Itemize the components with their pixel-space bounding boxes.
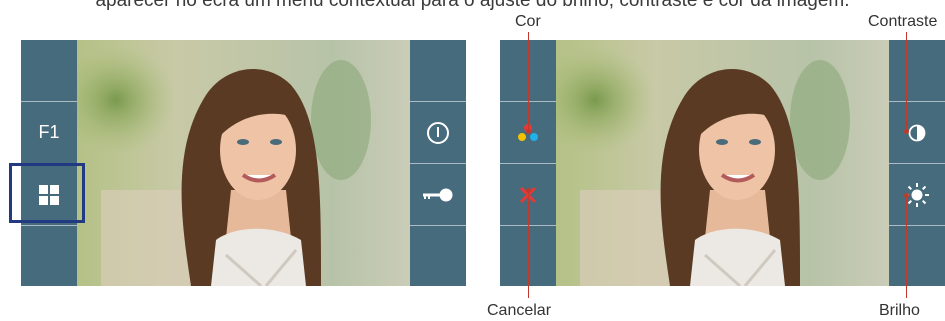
callout-cor: Cor xyxy=(515,13,541,30)
power-button[interactable] xyxy=(410,102,466,163)
callout-line-brilho xyxy=(906,195,907,298)
f1-label: F1 xyxy=(38,122,60,142)
camera-video-image xyxy=(500,40,945,286)
divider xyxy=(889,225,945,226)
menu-button-highlight xyxy=(9,163,85,223)
callout-dot-cor xyxy=(526,129,531,134)
callout-dot-cancelar xyxy=(526,188,531,193)
callout-brilho: Brilho xyxy=(879,302,920,319)
contrast-button[interactable] xyxy=(889,102,945,163)
callout-line-cor xyxy=(528,32,529,131)
instruction-caption: aparecer no ecrã um menu contextual para… xyxy=(95,0,850,11)
brightness-button[interactable] xyxy=(889,164,945,225)
key-icon xyxy=(423,188,453,201)
monitor-screen-image-settings xyxy=(500,40,945,286)
callout-line-cancelar xyxy=(528,190,529,298)
callout-dot-contraste xyxy=(904,129,909,134)
power-icon xyxy=(427,121,449,144)
divider xyxy=(21,225,77,226)
right-settings-bar xyxy=(889,40,945,286)
door-open-button[interactable] xyxy=(410,164,466,225)
callout-cancelar: Cancelar xyxy=(487,302,552,319)
monitor-screen-main: F1 xyxy=(21,40,466,286)
callout-dot-brilho xyxy=(904,193,909,198)
f1-button[interactable]: F1 xyxy=(21,102,77,163)
camera-video-image xyxy=(21,40,466,286)
contrast-icon xyxy=(908,124,926,141)
right-function-bar xyxy=(410,40,466,286)
divider xyxy=(410,225,466,226)
callout-contraste: Contraste xyxy=(868,13,938,30)
callout-line-contraste xyxy=(906,32,907,131)
